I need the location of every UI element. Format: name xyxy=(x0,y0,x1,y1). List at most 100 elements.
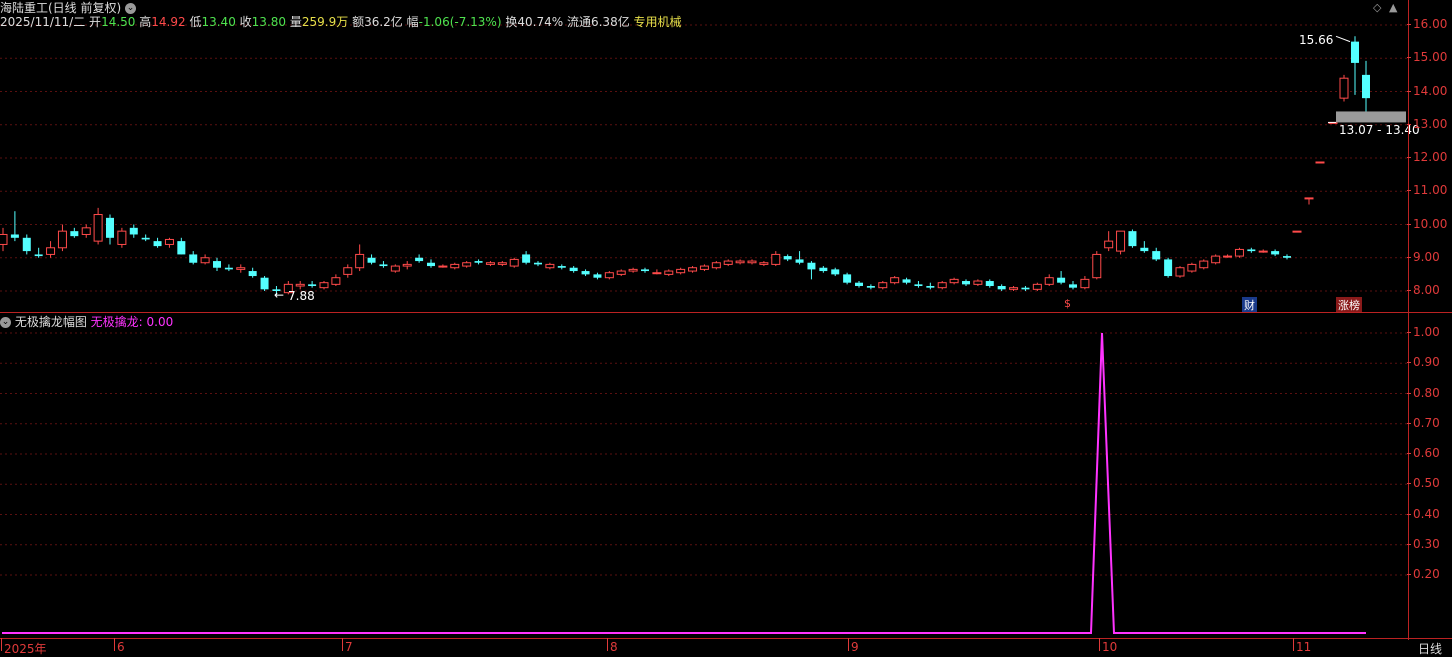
candle[interactable] xyxy=(415,254,424,263)
candle[interactable] xyxy=(189,251,198,265)
candle[interactable] xyxy=(652,269,662,275)
candle[interactable] xyxy=(962,279,970,287)
candle[interactable] xyxy=(1211,254,1221,265)
candle[interactable] xyxy=(831,267,840,277)
candle[interactable] xyxy=(1044,274,1054,287)
badge-dollar[interactable]: $ xyxy=(1062,297,1073,310)
candle[interactable] xyxy=(771,251,781,267)
candle[interactable] xyxy=(997,284,1006,291)
candle[interactable] xyxy=(664,269,674,277)
candle[interactable] xyxy=(1339,74,1349,102)
candle[interactable] xyxy=(390,264,400,273)
candle[interactable] xyxy=(402,261,412,270)
candle[interactable] xyxy=(545,262,555,270)
candle[interactable] xyxy=(1315,161,1325,164)
candle[interactable] xyxy=(213,257,221,272)
candle[interactable] xyxy=(807,261,816,280)
candle[interactable] xyxy=(1234,247,1244,258)
candle[interactable] xyxy=(522,251,531,265)
candle[interactable] xyxy=(628,267,638,273)
candle[interactable] xyxy=(1140,241,1149,253)
candle[interactable] xyxy=(747,259,757,265)
candle[interactable] xyxy=(93,207,103,245)
candle[interactable] xyxy=(557,264,566,270)
candle[interactable] xyxy=(1104,231,1114,252)
candle[interactable] xyxy=(1092,251,1102,280)
candle[interactable] xyxy=(926,282,935,290)
candle[interactable] xyxy=(1283,254,1291,260)
candle[interactable] xyxy=(1175,266,1185,278)
candle[interactable] xyxy=(141,234,150,242)
candle[interactable] xyxy=(1009,286,1019,291)
candle[interactable] xyxy=(1258,249,1268,253)
chevron-down-icon[interactable]: ⌄ xyxy=(0,317,11,328)
candle[interactable] xyxy=(308,281,317,288)
candle[interactable] xyxy=(866,284,875,290)
candle[interactable] xyxy=(676,267,686,275)
candle[interactable] xyxy=(509,257,519,268)
candle[interactable] xyxy=(57,224,67,252)
candle[interactable] xyxy=(843,272,852,285)
candle[interactable] xyxy=(1164,257,1173,278)
candle[interactable] xyxy=(22,234,31,255)
candle[interactable] xyxy=(1292,230,1302,233)
indicator-chart[interactable] xyxy=(0,313,1408,638)
candle[interactable] xyxy=(34,247,43,258)
candle[interactable] xyxy=(855,281,863,288)
price-chart-panel[interactable] xyxy=(0,0,1408,312)
candle[interactable] xyxy=(379,261,388,268)
candle[interactable] xyxy=(1152,247,1161,262)
candle[interactable] xyxy=(248,267,257,278)
candle[interactable] xyxy=(723,259,733,267)
candle[interactable] xyxy=(117,227,127,248)
caret-up-icon[interactable]: ▲ xyxy=(1389,1,1397,14)
candle[interactable] xyxy=(1362,60,1370,112)
price-chart[interactable] xyxy=(0,0,1408,312)
badge-finance[interactable]: 财 xyxy=(1242,297,1257,313)
candle[interactable] xyxy=(438,264,448,268)
candle[interactable] xyxy=(699,264,709,272)
candle[interactable] xyxy=(1128,229,1137,248)
candle[interactable] xyxy=(1247,247,1256,253)
candle[interactable] xyxy=(177,237,186,255)
candle[interactable] xyxy=(260,276,269,291)
candle[interactable] xyxy=(106,214,114,245)
candle[interactable] xyxy=(641,267,649,273)
candle[interactable] xyxy=(355,244,365,272)
candle[interactable] xyxy=(427,259,435,268)
candle[interactable] xyxy=(1080,276,1090,290)
candle[interactable] xyxy=(331,274,341,287)
candle[interactable] xyxy=(759,261,769,267)
candle[interactable] xyxy=(1032,282,1042,291)
candle[interactable] xyxy=(1021,286,1030,291)
candle[interactable] xyxy=(604,271,614,280)
candle[interactable] xyxy=(1057,271,1066,285)
candle[interactable] xyxy=(1116,230,1126,255)
candle[interactable] xyxy=(224,264,233,272)
candle[interactable] xyxy=(735,259,745,265)
candle[interactable] xyxy=(985,279,994,288)
candle[interactable] xyxy=(46,241,56,258)
candle[interactable] xyxy=(569,266,578,273)
candle[interactable] xyxy=(1351,36,1359,95)
candle[interactable] xyxy=(81,224,91,238)
candle[interactable] xyxy=(1069,281,1077,290)
candle[interactable] xyxy=(343,264,353,278)
candle[interactable] xyxy=(1187,262,1197,273)
candle[interactable] xyxy=(973,279,983,287)
candle[interactable] xyxy=(1271,249,1280,257)
candle[interactable] xyxy=(819,266,828,273)
candle[interactable] xyxy=(1223,254,1233,258)
candle[interactable] xyxy=(783,254,792,262)
candle[interactable] xyxy=(890,276,900,285)
candle[interactable] xyxy=(534,261,542,267)
candle[interactable] xyxy=(581,269,590,277)
candle[interactable] xyxy=(593,272,602,280)
candle[interactable] xyxy=(70,227,79,238)
candle[interactable] xyxy=(1304,197,1314,205)
badge-limit-up[interactable]: 涨榜 xyxy=(1336,297,1362,313)
candle[interactable] xyxy=(164,237,174,248)
candle[interactable] xyxy=(450,262,460,270)
indicator-panel[interactable] xyxy=(0,313,1408,638)
candle[interactable] xyxy=(937,281,947,290)
